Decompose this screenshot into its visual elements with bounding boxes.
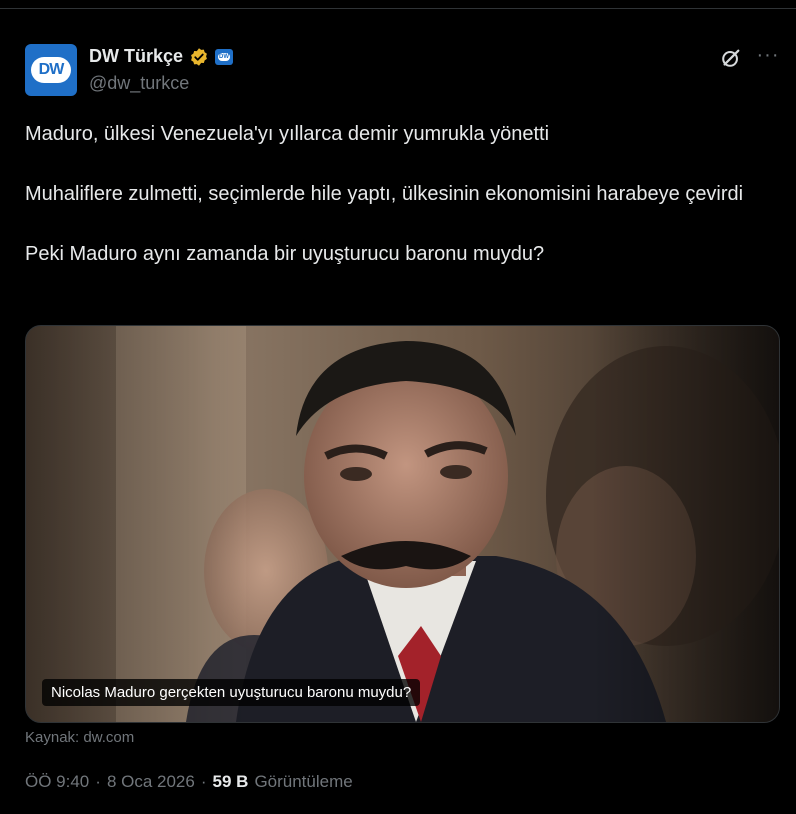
tweet-paragraph-1: Maduro, ülkesi Venezuela'yı yıllarca dem…: [25, 123, 550, 145]
previous-post-divider: [0, 0, 796, 9]
meta-separator: ·: [95, 772, 101, 791]
link-card[interactable]: Nicolas Maduro gerçekten uyuşturucu baro…: [25, 325, 780, 723]
author-handle[interactable]: @dw_turkce: [89, 73, 189, 94]
post-date[interactable]: 8 Oca 2026: [107, 772, 195, 792]
tweet-paragraph-2: Muhaliflere zulmetti, seçimlerde hile ya…: [25, 183, 744, 205]
card-caption[interactable]: Nicolas Maduro gerçekten uyuşturucu baro…: [42, 679, 421, 706]
affiliate-badge[interactable]: DW: [215, 48, 234, 65]
affiliate-badge-text: DW: [218, 52, 231, 61]
views-count: 59 B: [212, 772, 249, 791]
meta-separator: ·: [200, 772, 207, 791]
tweet-paragraph-3: Peki Maduro aynı zamanda bir uyuşturucu …: [25, 243, 545, 265]
dw-logo-icon: DW: [31, 57, 71, 83]
author-display-name[interactable]: DW Türkçe: [89, 46, 183, 67]
tweet-text: Maduro, ülkesi Venezuela'yı yıllarca dem…: [25, 119, 765, 269]
author-name-row: DW Türkçe DW: [89, 46, 234, 67]
post-metadata: ÖÖ 9:40 · 8 Oca 2026 · 59 B Görüntüleme: [25, 772, 353, 792]
verified-badge-icon[interactable]: [189, 47, 209, 67]
post-time[interactable]: ÖÖ 9:40: [25, 772, 89, 792]
author-avatar[interactable]: DW: [25, 44, 77, 96]
grok-icon[interactable]: [720, 47, 742, 69]
card-source[interactable]: Kaynak: dw.com: [25, 729, 134, 746]
post-header: DW DW Türkçe DW @dw_turkce ···: [25, 44, 785, 96]
views-label: Görüntüleme: [254, 772, 353, 791]
card-photo: [26, 326, 779, 722]
more-options-button[interactable]: ···: [756, 45, 780, 70]
